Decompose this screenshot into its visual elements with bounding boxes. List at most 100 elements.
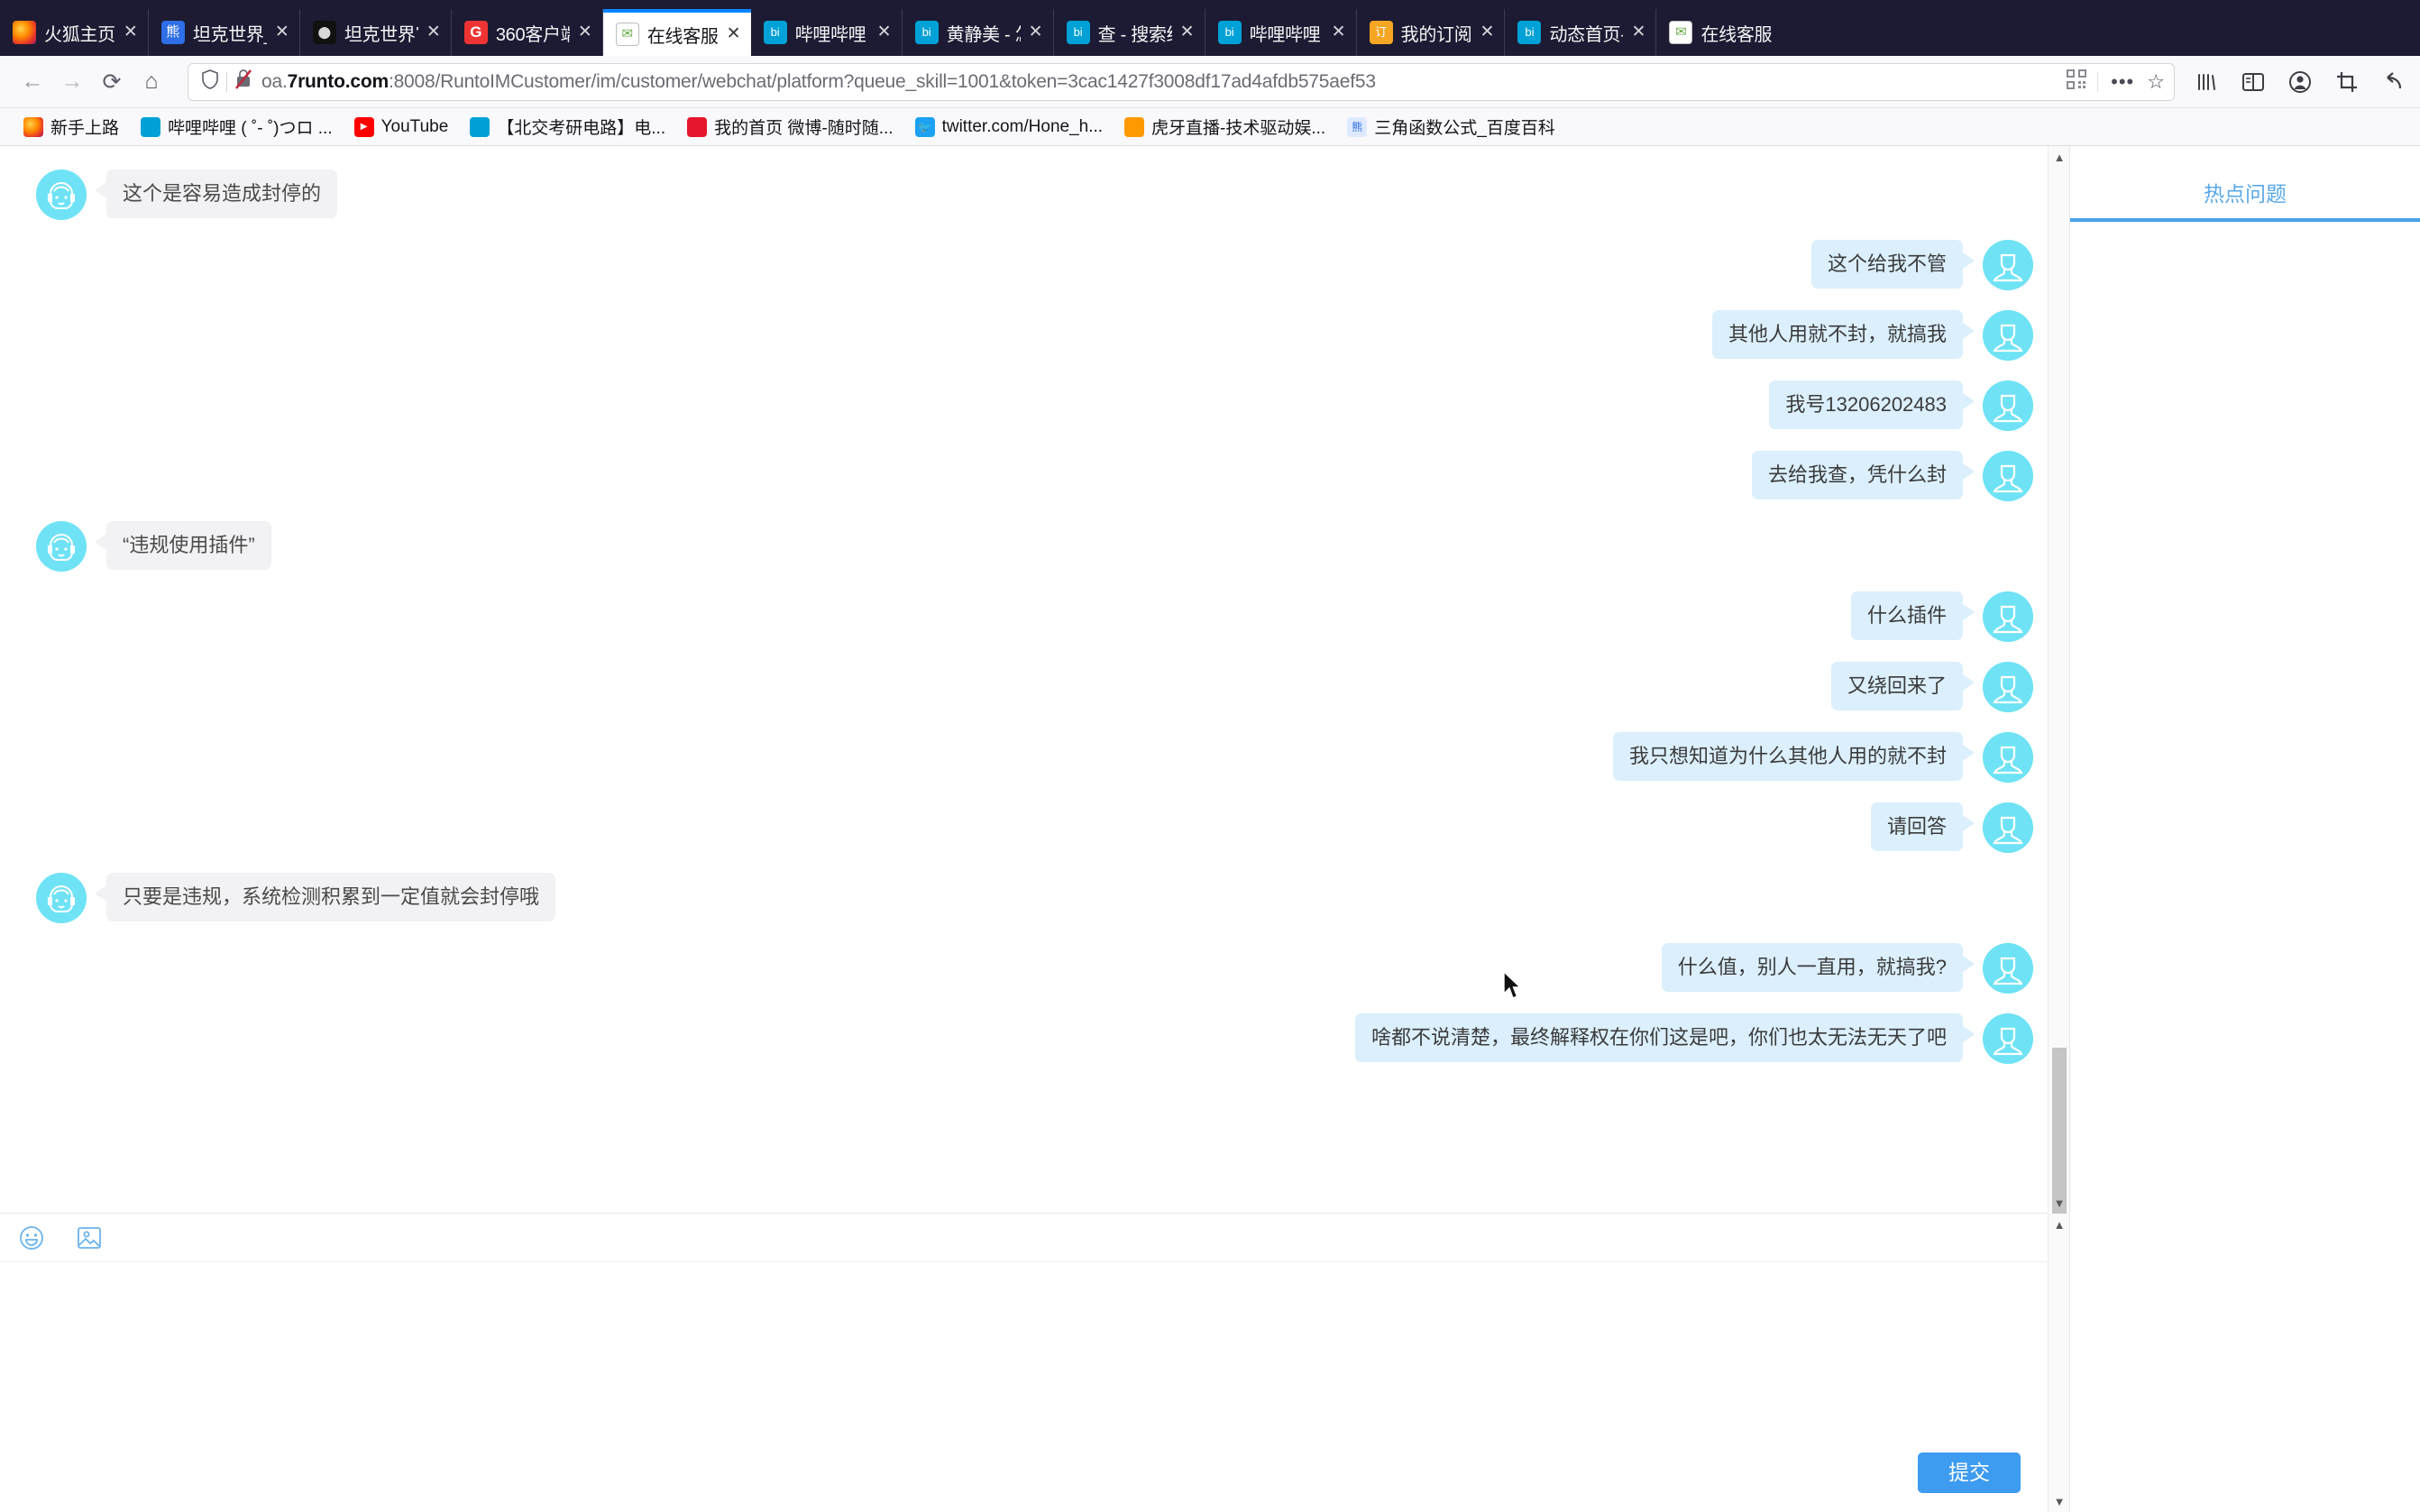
message-bubble: “违规使用插件” bbox=[95, 521, 271, 570]
undo-icon[interactable] bbox=[2380, 69, 2407, 96]
close-icon[interactable]: ✕ bbox=[119, 21, 142, 44]
browser-tab-label: 360客户端游戏 bbox=[495, 24, 570, 45]
bookmark-item[interactable]: 新手上路 bbox=[13, 113, 130, 142]
bookmark-star-icon[interactable]: ☆ bbox=[2147, 70, 2165, 94]
message-input[interactable] bbox=[0, 1262, 2069, 1443]
bookmark-item[interactable]: 哔哩哔哩 ( ˚- ˚)つロ ... bbox=[130, 113, 344, 142]
chat-message-agent: 这个是容易造成封停的 bbox=[36, 170, 2033, 220]
navigation-toolbar: ← → ⟳ ⌂ oa.7runto.com:8008/RuntoIMCustom… bbox=[0, 56, 2420, 108]
bookmark-item[interactable]: 三角函数公式_百度百科 bbox=[1336, 113, 1566, 142]
sidebar-tab-list: 热点问题 bbox=[2070, 164, 2420, 223]
emoji-icon[interactable] bbox=[16, 1223, 47, 1253]
message-bubble: 啥都不说清楚，最终解释权在你们这是吧，你们也太无法无天了吧 bbox=[1354, 1013, 1975, 1062]
agent-avatar bbox=[36, 873, 87, 923]
composer-scroll-up-arrow-icon[interactable]: ▲ bbox=[2049, 1214, 2070, 1235]
bookmark-item[interactable]: YouTube bbox=[344, 113, 460, 142]
bookmark-item[interactable]: 我的首页 微博-随时随... bbox=[676, 113, 903, 142]
close-icon[interactable]: ✕ bbox=[422, 21, 445, 44]
composer-scrollbar[interactable]: ▲ ▼ bbox=[2048, 1214, 2069, 1512]
chat-message-agent: “违规使用插件” bbox=[36, 521, 2033, 572]
user-avatar bbox=[1983, 310, 2033, 361]
browser-tab-label: 坦克世界官网_\ bbox=[344, 24, 418, 45]
browser-tab-label: 坦克世界_百度 bbox=[192, 24, 267, 45]
browser-tab[interactable]: 在线客服✕ bbox=[602, 9, 751, 56]
forward-button[interactable]: → bbox=[52, 62, 92, 102]
url-text[interactable]: oa.7runto.com:8008/RuntoIMCustomer/im/cu… bbox=[261, 71, 2056, 93]
bookmark-label: 新手上路 bbox=[50, 119, 120, 138]
browser-tab[interactable]: 坦克世界_百度✕ bbox=[149, 9, 300, 56]
kefu-icon bbox=[615, 23, 639, 46]
browser-tab-label: 我的订阅 bbox=[1400, 24, 1472, 45]
browser-window: 火狐主页✕坦克世界_百度✕坦克世界官网_\✕360客户端游戏✕在线客服✕哔哩哔哩… bbox=[0, 0, 2420, 1512]
message-bubble: 只要是违规，系统检测积累到一定值就会封停哦 bbox=[94, 873, 556, 921]
browser-tab-label: 动态首页-哔哩 bbox=[1549, 24, 1623, 45]
close-icon[interactable]: ✕ bbox=[270, 21, 294, 44]
url-bar[interactable]: oa.7runto.com:8008/RuntoIMCustomer/im/cu… bbox=[188, 62, 2175, 101]
submit-button[interactable]: 提交 bbox=[1918, 1452, 2021, 1493]
browser-tab[interactable]: 黄静美 - 怎么做✕ bbox=[903, 9, 1054, 56]
browser-tab[interactable]: 坦克世界官网_\✕ bbox=[300, 9, 452, 56]
bookmark-item[interactable]: 【北交考研电路】电... bbox=[459, 113, 676, 142]
tank-icon bbox=[312, 21, 336, 44]
bookmark-label: 虎牙直播-技术驱动娱... bbox=[1151, 119, 1326, 138]
close-icon[interactable]: ✕ bbox=[1475, 21, 1499, 44]
close-icon[interactable] bbox=[1775, 21, 1799, 44]
url-divider-2 bbox=[2097, 71, 2099, 92]
message-bubble: 其他人用就不封，就搞我 bbox=[1711, 310, 1975, 359]
user-avatar bbox=[1983, 732, 2033, 783]
close-icon[interactable]: ✕ bbox=[1024, 21, 1048, 44]
close-icon[interactable]: ✕ bbox=[1627, 21, 1650, 44]
shield-icon[interactable] bbox=[201, 69, 219, 95]
browser-tab[interactable]: 哔哩哔哩 ( ˚- ˚✕ bbox=[1205, 9, 1357, 56]
browser-tab-label: 在线客服 bbox=[1700, 24, 1773, 45]
chat-message-user: 什么值，别人一直用，就搞我? bbox=[36, 943, 2033, 994]
browser-tab-label: 哔哩哔哩 ( ˚- ˚ bbox=[1249, 24, 1324, 45]
bilibili-icon bbox=[470, 116, 490, 137]
browser-tab[interactable]: 查 - 搜索结果 -✕ bbox=[1054, 9, 1205, 56]
screenshot-icon[interactable] bbox=[2333, 69, 2360, 96]
chat-message-agent: 只要是违规，系统检测积累到一定值就会封停哦 bbox=[36, 873, 2033, 923]
sidebar-icon[interactable] bbox=[2240, 69, 2267, 96]
image-icon[interactable] bbox=[74, 1223, 105, 1253]
home-icon: ⌂ bbox=[144, 69, 159, 94]
message-list-scrollbar[interactable]: ▲ ▼ bbox=[2048, 146, 2070, 1291]
sidebar-tab-hot-questions[interactable]: 热点问题 bbox=[2070, 164, 2420, 222]
close-icon[interactable]: ✕ bbox=[873, 21, 896, 44]
composer-toolbar bbox=[0, 1214, 2069, 1262]
bookmark-item[interactable]: twitter.com/Hone_h... bbox=[904, 113, 1114, 142]
message-bubble: 我只想知道为什么其他人用的就不封 bbox=[1612, 732, 1975, 781]
chat-message-user: 我只想知道为什么其他人用的就不封 bbox=[36, 732, 2033, 783]
back-button[interactable]: ← bbox=[13, 62, 52, 102]
user-avatar bbox=[1983, 451, 2033, 501]
browser-tab[interactable]: 哔哩哔哩 ( ˚- ˚✕ bbox=[751, 9, 903, 56]
chat-message-user: 其他人用就不封，就搞我 bbox=[36, 310, 2033, 361]
browser-tab[interactable]: 在线客服 bbox=[1656, 9, 1804, 56]
qr-icon[interactable] bbox=[2067, 69, 2087, 95]
firefox-icon bbox=[23, 116, 43, 137]
browser-tab[interactable]: 动态首页-哔哩✕ bbox=[1505, 9, 1657, 56]
close-icon[interactable]: ✕ bbox=[573, 21, 597, 44]
scroll-up-arrow-icon[interactable]: ▲ bbox=[2049, 146, 2070, 168]
close-icon[interactable]: ✕ bbox=[1176, 21, 1199, 44]
reload-button[interactable]: ⟳ bbox=[92, 62, 132, 102]
browser-tab[interactable]: 360客户端游戏✕ bbox=[452, 9, 603, 56]
close-icon[interactable]: ✕ bbox=[1327, 21, 1351, 44]
browser-tab-label: 在线客服 bbox=[646, 26, 719, 47]
agent-avatar bbox=[36, 170, 87, 220]
close-icon[interactable]: ✕ bbox=[722, 23, 746, 46]
bookmark-label: 【北交考研电路】电... bbox=[497, 119, 666, 138]
lock-slashed-icon[interactable] bbox=[234, 69, 252, 96]
kefu-icon bbox=[1669, 21, 1693, 44]
composer-scroll-down-arrow-icon[interactable]: ▼ bbox=[2049, 1490, 2070, 1512]
browser-tab[interactable]: 火狐主页 ✕ bbox=[0, 9, 149, 56]
bookmark-item[interactable]: 虎牙直播-技术驱动娱... bbox=[1114, 113, 1336, 142]
scroll-down-arrow-icon[interactable]: ▼ bbox=[2049, 1192, 2070, 1214]
library-icon[interactable] bbox=[2193, 69, 2220, 96]
browser-tab[interactable]: 我的订阅✕ bbox=[1357, 9, 1506, 56]
user-avatar bbox=[1983, 591, 2033, 642]
agent-avatar bbox=[36, 521, 87, 572]
account-icon[interactable] bbox=[2287, 69, 2314, 96]
page-actions-icon[interactable]: ••• bbox=[2111, 70, 2134, 94]
bilibili-icon bbox=[1066, 21, 1090, 44]
home-button[interactable]: ⌂ bbox=[132, 62, 171, 102]
